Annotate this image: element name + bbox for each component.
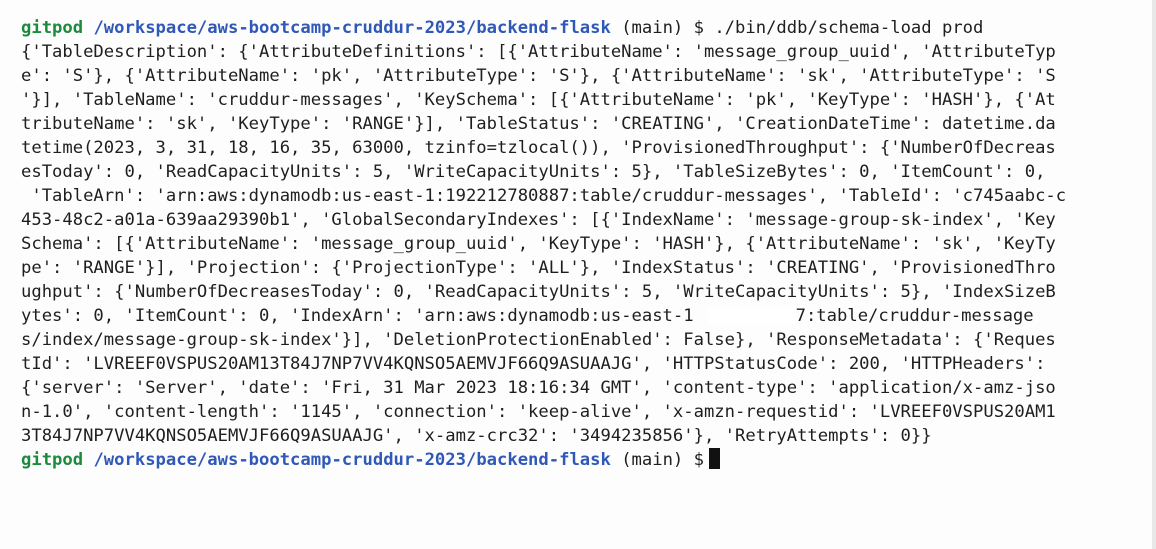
output-line: 'TableArn': 'arn:aws:dynamodb:us-east-1:… <box>21 186 1067 206</box>
active-prompt-line[interactable]: gitpod /workspace/aws-bootcamp-cruddur-2… <box>21 448 1156 472</box>
terminal-window[interactable]: gitpod /workspace/aws-bootcamp-cruddur-2… <box>0 0 1156 549</box>
prompt-user: gitpod <box>21 18 84 38</box>
output-line: Schema': [{'AttributeName': 'message_gro… <box>21 234 1056 254</box>
command-text: ./bin/ddb/schema-load prod <box>714 18 984 38</box>
output-line: tId': 'LVREEF0VSPUS20AM13T84J7NP7VV4KQNS… <box>21 354 1046 374</box>
output-line: n-1.0', 'content-length': '1145', 'conne… <box>21 402 1056 422</box>
window-edge <box>1152 0 1156 549</box>
output-line-end: 7:table/cruddur-message <box>795 306 1034 326</box>
prompt-user: gitpod <box>21 450 84 470</box>
output-line: {'server': 'Server', 'date': 'Fri, 31 Ma… <box>21 378 1056 398</box>
output-line: ughput': {'NumberOfDecreasesToday': 0, '… <box>21 282 1056 302</box>
command-prompt-line: gitpod /workspace/aws-bootcamp-cruddur-2… <box>21 16 1156 40</box>
prompt-path: /workspace/aws-bootcamp-cruddur-2023/bac… <box>93 18 611 38</box>
output-line: s/index/message-group-sk-index'}], 'Dele… <box>21 330 1056 350</box>
redaction-mark <box>707 307 796 323</box>
output-line: {'TableDescription': {'AttributeDefiniti… <box>21 42 1056 62</box>
output-line: 453-48c2-a01a-639aa29390b1', 'GlobalSeco… <box>21 210 1056 230</box>
prompt-path: /workspace/aws-bootcamp-cruddur-2023/bac… <box>93 450 611 470</box>
output-line: '}], 'TableName': 'cruddur-messages', 'K… <box>21 90 1056 110</box>
output-line: e': 'S'}, {'AttributeName': 'pk', 'Attri… <box>21 66 1056 86</box>
output-line: pe': 'RANGE'}], 'Projection': {'Projecti… <box>21 258 1056 278</box>
output-line-redacted: ytes': 0, 'ItemCount': 0, 'IndexArn': 'a… <box>21 304 1156 328</box>
output-line: tetime(2023, 3, 31, 18, 16, 35, 63000, t… <box>21 138 1056 158</box>
output-line: 3T84J7NP7VV4KQNSO5AEMVJF66Q9ASUAAJG', 'x… <box>21 426 932 446</box>
output-line: tributeName': 'sk', 'KeyType': 'RANGE'}]… <box>21 114 1056 134</box>
prompt-branch: (main) $ <box>610 18 715 38</box>
prompt-branch: (main) $ <box>610 450 704 470</box>
output-line: esToday': 0, 'ReadCapacityUnits': 5, 'Wr… <box>21 162 1046 182</box>
terminal-cursor[interactable] <box>708 448 720 469</box>
output-line-start: ytes': 0, 'ItemCount': 0, 'IndexArn': 'a… <box>21 306 694 326</box>
